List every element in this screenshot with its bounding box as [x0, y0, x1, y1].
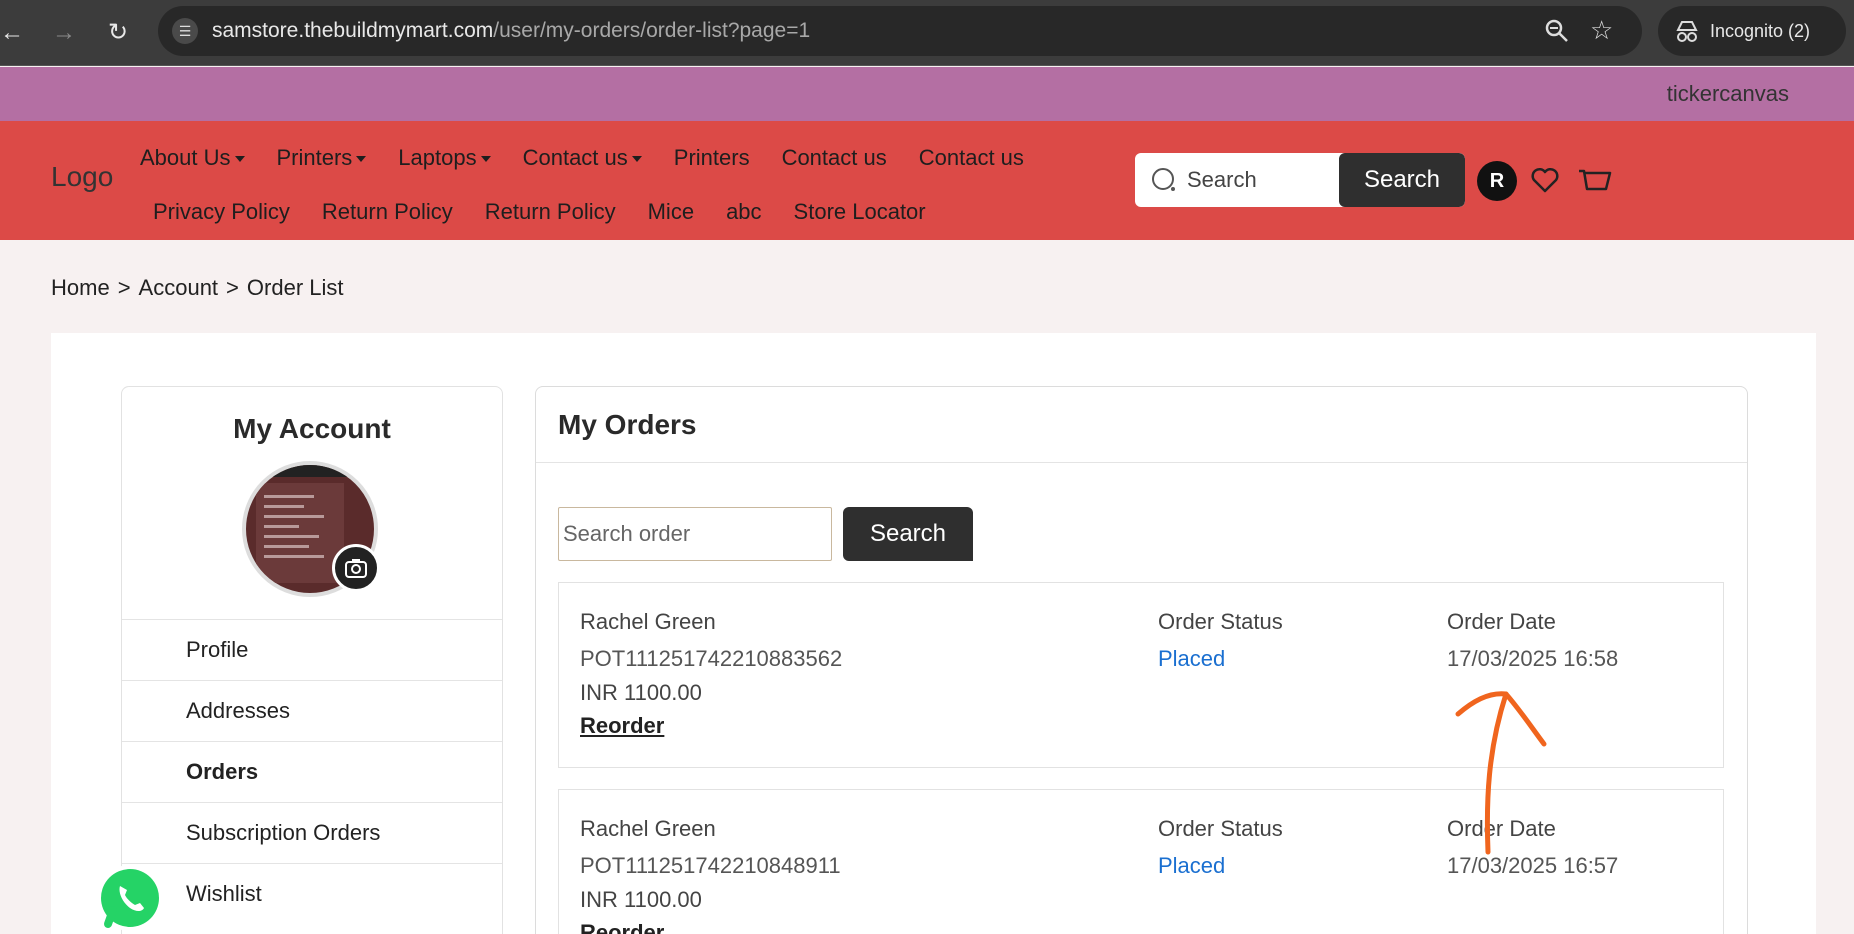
orders-divider [536, 462, 1747, 463]
search-icon [1152, 168, 1175, 191]
nav-privacy-policy[interactable]: Privacy Policy [153, 199, 290, 225]
incognito-button[interactable]: Incognito (2) [1658, 6, 1846, 56]
sidebar-item-addresses[interactable]: Addresses [122, 680, 502, 741]
order-status-label: Order Status [1158, 816, 1283, 841]
sidebar-title: My Account [233, 413, 391, 444]
account-sidebar: My Account Profile Addresses Orders Subs… [121, 386, 503, 934]
nav-store-locator[interactable]: Store Locator [794, 199, 926, 225]
nav-printers[interactable]: Printers [674, 145, 750, 171]
order-date-label: Order Date [1447, 816, 1556, 841]
site-logo[interactable]: Logo [51, 161, 113, 193]
breadcrumb-separator: > [226, 275, 239, 300]
back-icon[interactable]: ← [0, 17, 28, 49]
order-id: POT111251742210848911 [580, 853, 841, 878]
site-settings-icon[interactable]: ☰ [172, 18, 198, 44]
user-avatar[interactable]: R [1477, 161, 1517, 201]
order-status-label: Order Status [1158, 609, 1283, 634]
address-bar[interactable]: ☰ samstore.thebuildmymart.com/user/my-or… [158, 6, 1642, 56]
nav-label: About Us [140, 145, 231, 170]
main-nav-row-2: Privacy Policy Return Policy Return Poli… [153, 199, 926, 225]
orders-panel: My Orders Search Rachel Green POT1112517… [535, 386, 1748, 934]
url-path: /user/my-orders/order-list?page=1 [493, 19, 811, 42]
reorder-link[interactable]: Reorder [580, 920, 664, 934]
order-amount: INR 1100.00 [580, 887, 702, 912]
sidebar-item-profile[interactable]: Profile [122, 619, 502, 680]
site-header: Logo About Us Printers Laptops Contact u… [0, 121, 1854, 240]
order-customer-name: Rachel Green [580, 609, 716, 634]
camera-icon [345, 559, 367, 578]
url-text[interactable]: samstore.thebuildmymart.com/user/my-orde… [212, 19, 810, 43]
caret-down-icon [480, 156, 491, 162]
zoom-icon[interactable] [1544, 18, 1570, 44]
main-nav-row-1: About Us Printers Laptops Contact us Pri… [140, 145, 1024, 171]
order-search-input[interactable] [558, 507, 832, 561]
incognito-icon [1676, 21, 1698, 42]
breadcrumb-home[interactable]: Home [51, 275, 110, 300]
cart-icon[interactable] [1578, 165, 1612, 195]
main-content: My Account Profile Addresses Orders Subs… [51, 333, 1816, 934]
header-search-input[interactable] [1187, 153, 1347, 207]
breadcrumb-account[interactable]: Account [139, 275, 219, 300]
url-host: samstore.thebuildmymart.com [212, 19, 494, 42]
nav-label: Contact us [522, 145, 628, 170]
breadcrumb: Home > Account > Order List [51, 275, 344, 301]
order-card: Rachel Green POT111251742210883562 INR 1… [558, 582, 1724, 768]
order-customer-name: Rachel Green [580, 816, 716, 841]
order-date: 17/03/2025 16:57 [1447, 853, 1619, 878]
caret-down-icon [631, 156, 642, 162]
nav-label: Printers [276, 145, 353, 170]
nav-laptops[interactable]: Laptops [398, 145, 491, 171]
bookmark-star-icon[interactable]: ☆ [1590, 15, 1613, 46]
nav-label: Laptops [398, 145, 477, 170]
order-card: Rachel Green POT111251742210848911 INR 1… [558, 789, 1724, 934]
reload-icon[interactable]: ↻ [102, 17, 134, 49]
nav-printers-dropdown[interactable]: Printers [277, 145, 367, 171]
order-status: Placed [1158, 853, 1226, 878]
order-status: Placed [1158, 646, 1226, 671]
breadcrumb-order-list: Order List [246, 275, 344, 300]
caret-down-icon [356, 156, 367, 162]
header-search: Search [1135, 153, 1465, 207]
ticker-text: tickercanvas [1666, 81, 1789, 106]
caret-down-icon [234, 156, 245, 162]
nav-return-policy[interactable]: Return Policy [322, 199, 453, 225]
order-date: 17/03/2025 16:58 [1447, 646, 1619, 671]
order-amount: INR 1100.00 [580, 680, 702, 705]
browser-toolbar: ← → ↻ ☰ samstore.thebuildmymart.com/user… [0, 0, 1854, 66]
change-photo-button[interactable] [332, 544, 380, 592]
breadcrumb-separator: > [117, 275, 131, 300]
order-search-button[interactable]: Search [843, 507, 973, 561]
ticker-bar: tickercanvas [0, 67, 1854, 121]
header-search-button[interactable]: Search [1339, 153, 1465, 207]
wishlist-heart-icon[interactable] [1530, 165, 1560, 195]
orders-title: My Orders [558, 409, 697, 440]
sidebar-item-wishlist[interactable]: Wishlist [122, 863, 502, 924]
nav-mice[interactable]: Mice [648, 199, 694, 225]
sidebar-item-subscription-orders[interactable]: Subscription Orders [122, 802, 502, 863]
nav-contact-us-2[interactable]: Contact us [919, 145, 1024, 171]
reorder-link[interactable]: Reorder [580, 713, 664, 739]
forward-icon[interactable]: → [48, 17, 80, 49]
sidebar-menu: Profile Addresses Orders Subscription Or… [122, 619, 502, 924]
incognito-label: Incognito (2) [1710, 21, 1811, 41]
nav-contact-us[interactable]: Contact us [782, 145, 887, 171]
order-date-label: Order Date [1447, 609, 1556, 634]
nav-return-policy-2[interactable]: Return Policy [485, 199, 616, 225]
whatsapp-icon[interactable] [94, 862, 166, 934]
nav-abc[interactable]: abc [726, 199, 761, 225]
nav-contact-us-dropdown[interactable]: Contact us [523, 145, 642, 171]
order-id: POT111251742210883562 [580, 646, 843, 671]
profile-picture-band [246, 465, 374, 477]
sidebar-item-orders[interactable]: Orders [122, 741, 502, 802]
profile-picture-screenshot [256, 483, 344, 583]
nav-about-us[interactable]: About Us [140, 145, 245, 171]
